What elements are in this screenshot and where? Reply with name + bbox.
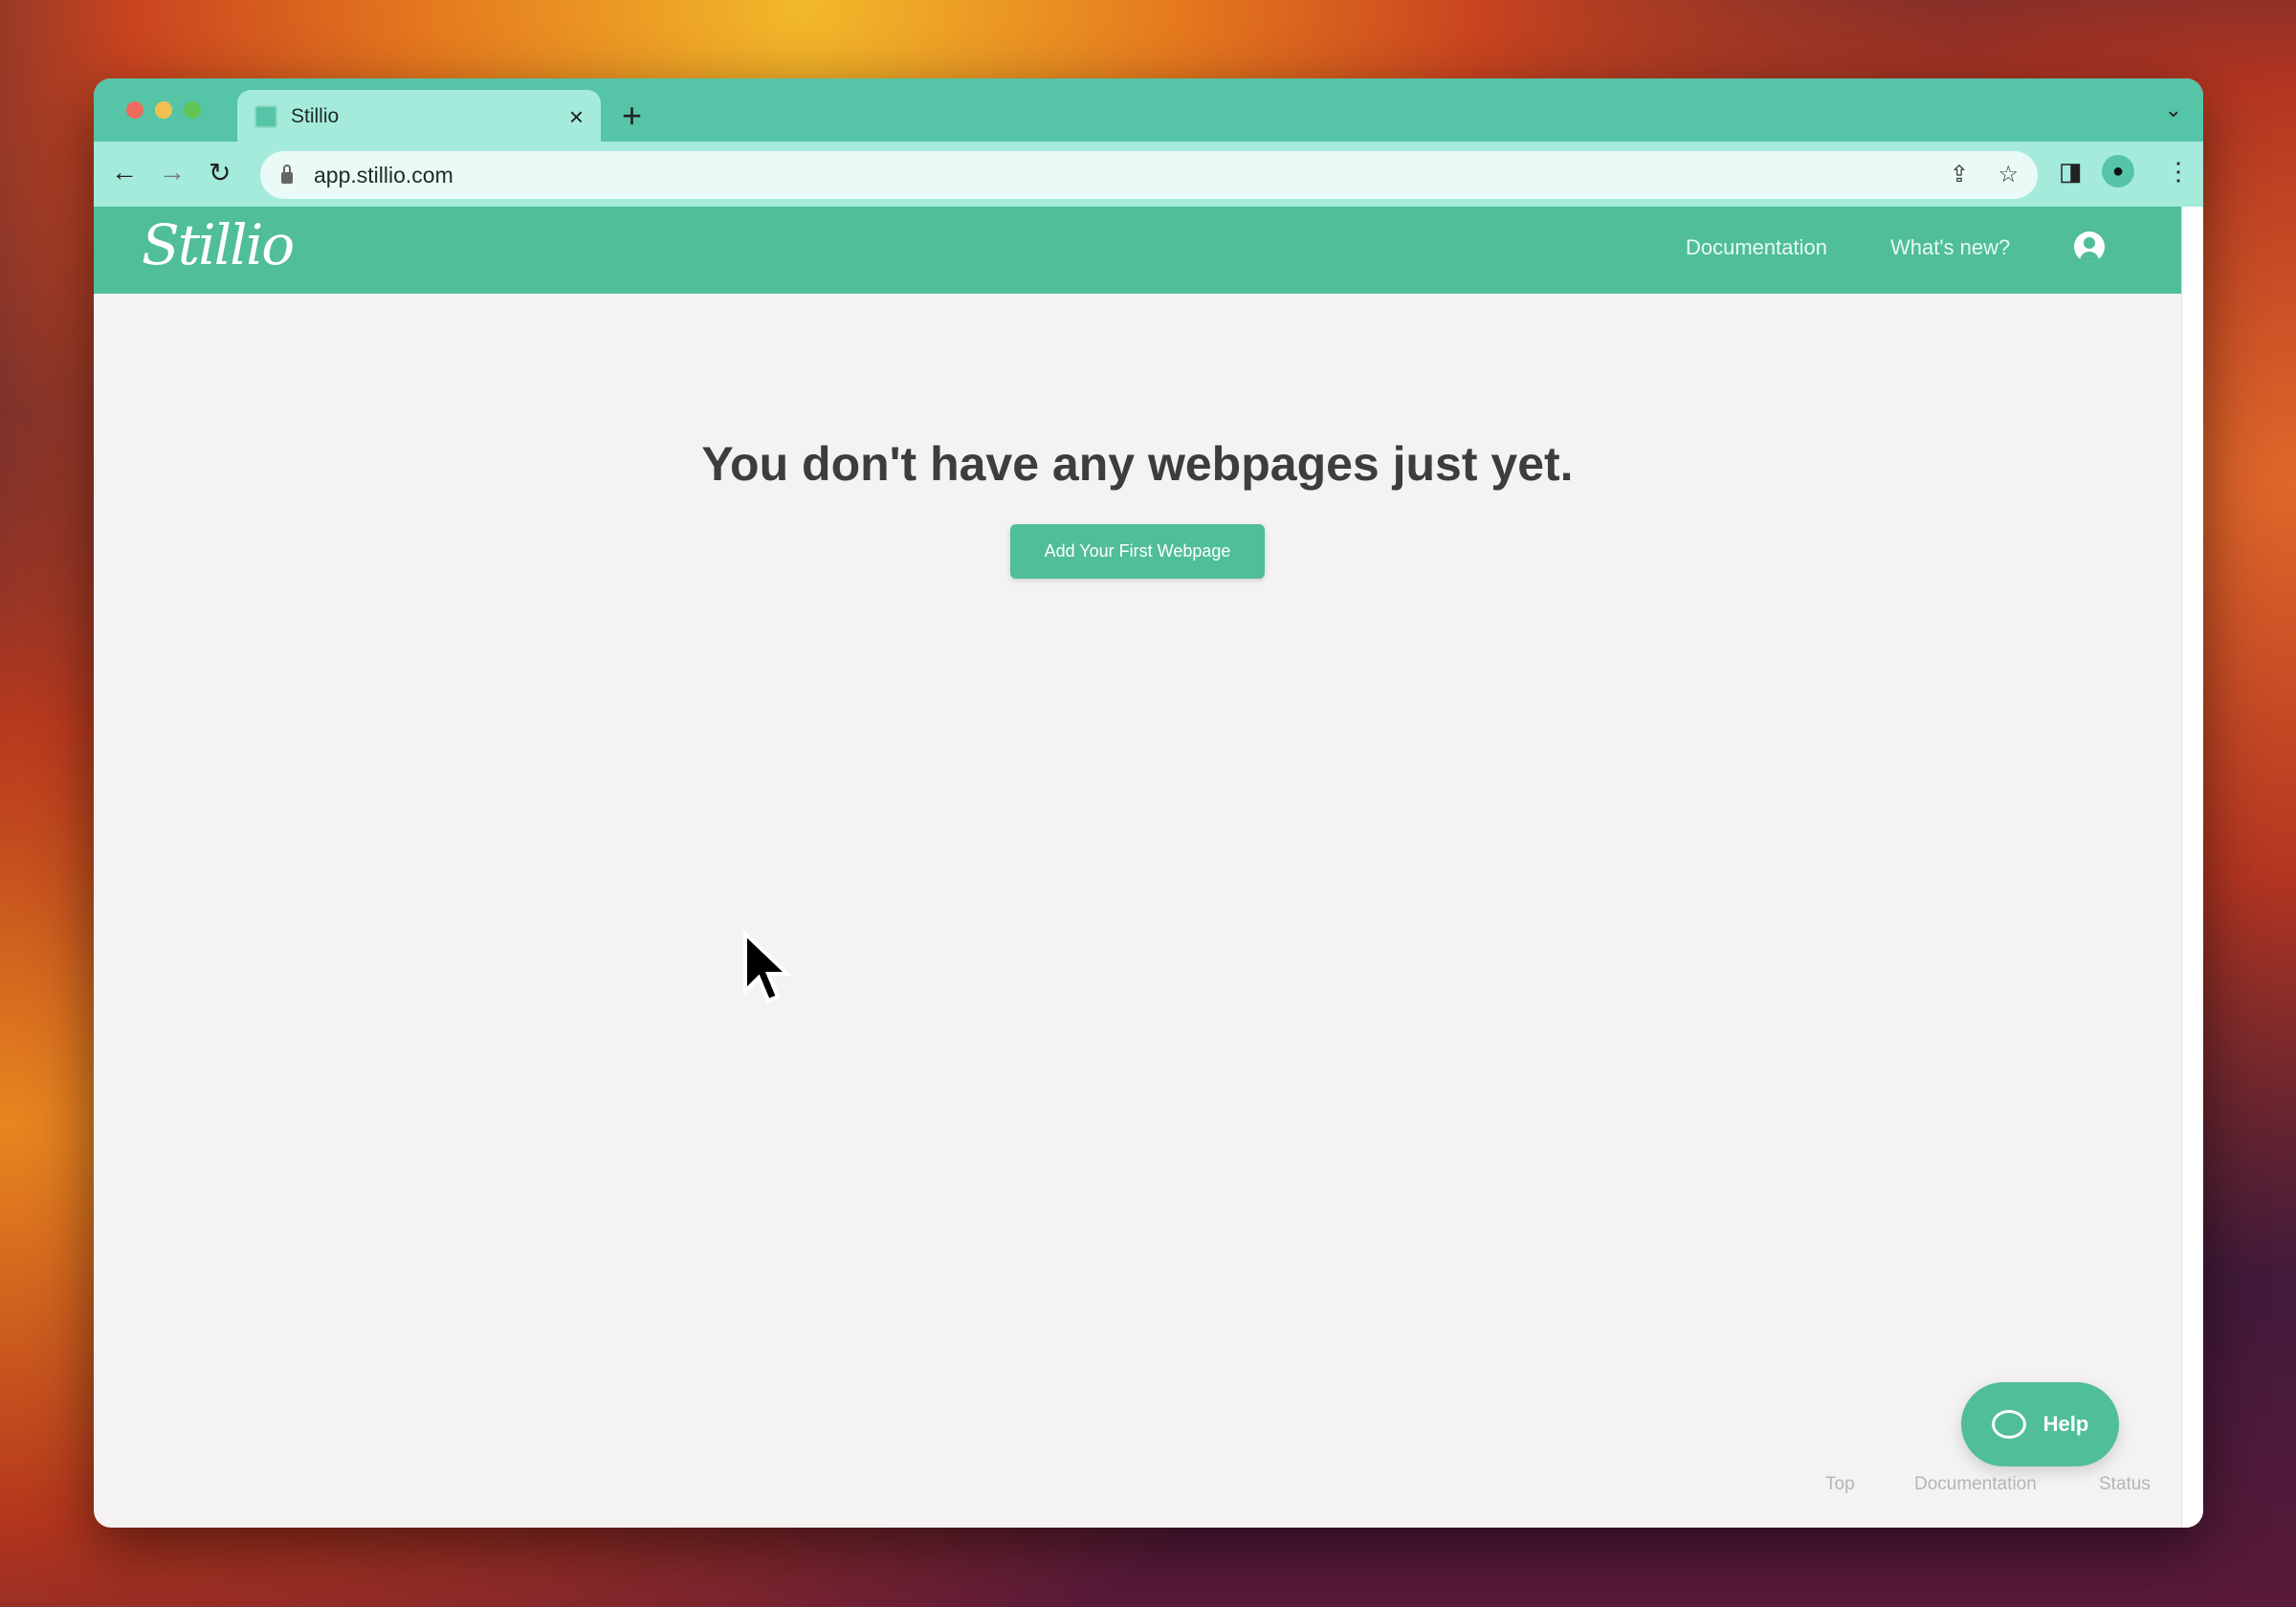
tab-title: Stillio — [291, 105, 340, 127]
browser-window: Stillio × + ⌄ ← → ↻ app.stillio.com ⇪ ☆ … — [94, 78, 2203, 1528]
lock-icon — [281, 165, 293, 184]
minimize-window-button[interactable] — [155, 101, 172, 119]
scrollbar[interactable] — [2181, 207, 2203, 1528]
help-label: Help — [2042, 1412, 2089, 1436]
documentation-link[interactable]: Documentation — [1686, 235, 1827, 260]
reload-icon[interactable]: ↻ — [209, 157, 231, 188]
user-account-icon[interactable] — [2074, 231, 2105, 262]
add-first-webpage-button[interactable]: Add Your First Webpage — [1010, 524, 1265, 579]
close-tab-icon[interactable]: × — [569, 102, 584, 132]
forward-icon[interactable]: → — [159, 157, 186, 187]
whats-new-link[interactable]: What's new? — [1890, 235, 2010, 260]
favicon-icon — [254, 105, 277, 128]
maximize-window-button[interactable] — [184, 101, 201, 119]
url-text: app.stillio.com — [314, 162, 453, 187]
app-page: Stillio Documentation What's new? You do… — [94, 207, 2181, 1528]
mouse-cursor-icon — [743, 930, 792, 1003]
side-panel-icon[interactable]: ◨ — [2059, 157, 2083, 187]
footer-status-link[interactable]: Status — [2099, 1474, 2151, 1495]
share-icon[interactable]: ⇪ — [1950, 161, 1969, 188]
address-bar[interactable]: app.stillio.com ⇪ ☆ — [260, 151, 2038, 199]
footer-top-link[interactable]: Top — [1825, 1474, 1855, 1495]
back-icon[interactable]: ← — [111, 157, 138, 187]
footer-documentation-link[interactable]: Documentation — [1914, 1474, 2037, 1495]
browser-tab[interactable]: Stillio × — [237, 90, 601, 143]
profile-icon[interactable]: ● — [2102, 155, 2134, 187]
chat-bubble-icon — [1991, 1410, 2026, 1439]
star-icon[interactable]: ☆ — [1998, 161, 2019, 188]
logo[interactable]: Stillio — [142, 212, 295, 277]
new-tab-icon[interactable]: + — [622, 96, 642, 136]
app-header: Stillio Documentation What's new? — [94, 207, 2181, 294]
empty-state-heading: You don't have any webpages just yet. — [701, 437, 1574, 491]
browser-toolbar: ← → ↻ app.stillio.com ⇪ ☆ ◨ ● ⋮ — [94, 142, 2203, 207]
help-button[interactable]: Help — [1961, 1382, 2119, 1466]
tab-bar: Stillio × + ⌄ — [94, 78, 2203, 143]
close-window-button[interactable] — [126, 101, 144, 119]
more-menu-icon[interactable]: ⋮ — [2166, 157, 2191, 187]
chevron-down-icon[interactable]: ⌄ — [2165, 98, 2182, 122]
